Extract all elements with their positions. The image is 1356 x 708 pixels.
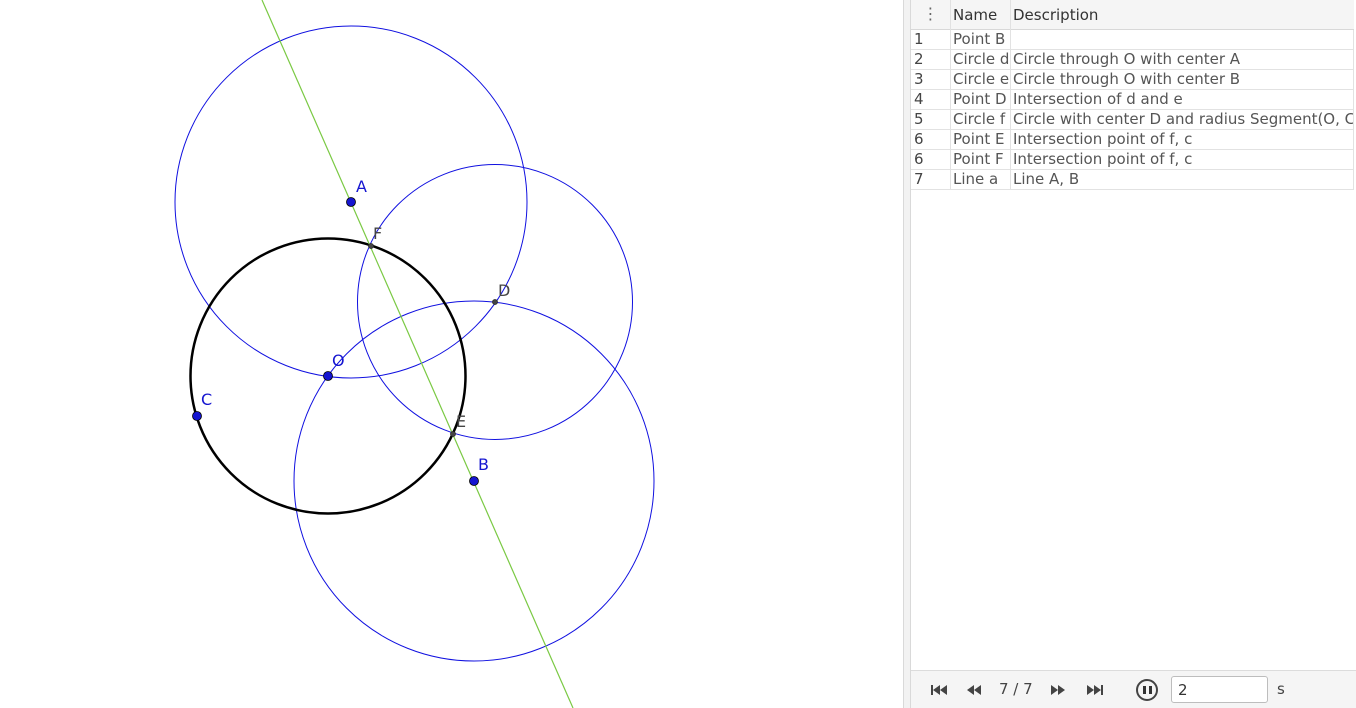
row-name: Point F bbox=[951, 150, 1011, 169]
row-description: Intersection point of f, c bbox=[1011, 130, 1354, 149]
row-name: Point D bbox=[951, 90, 1011, 109]
protocol-header: ⋮ Name Description bbox=[911, 0, 1354, 30]
row-number: 4 bbox=[911, 90, 951, 109]
row-number: 1 bbox=[911, 30, 951, 49]
row-number: 6 bbox=[911, 150, 951, 169]
construction-canvas[interactable]: A F D O C E B bbox=[0, 0, 903, 708]
row-description: Circle with center D and radius Segment(… bbox=[1013, 110, 1354, 129]
row-number: 3 bbox=[911, 70, 951, 89]
step-forward-icon[interactable] bbox=[1048, 682, 1068, 698]
speed-input[interactable] bbox=[1171, 676, 1268, 703]
point-c[interactable] bbox=[192, 411, 202, 421]
row-description: Circle through O with center A bbox=[1011, 50, 1354, 69]
point-a[interactable] bbox=[346, 197, 356, 207]
protocol-rows: 1 Point B 2 Circle d Circle through O wi… bbox=[911, 30, 1354, 190]
table-row[interactable]: 1 Point B bbox=[911, 30, 1354, 50]
panel-divider[interactable] bbox=[903, 0, 911, 708]
construction-protocol-panel: ⋮ Name Description 1 Point B 2 Circle d … bbox=[911, 0, 1356, 708]
table-row[interactable]: 7 Line a Line A, B bbox=[911, 170, 1354, 190]
skip-to-start-icon[interactable] bbox=[929, 682, 949, 698]
graphics-view[interactable]: A F D O C E B bbox=[0, 0, 903, 708]
label-c: C bbox=[201, 390, 212, 409]
point-e[interactable] bbox=[450, 431, 456, 437]
row-name: Circle d bbox=[953, 50, 1011, 69]
row-number: 7 bbox=[911, 170, 951, 189]
row-number: 2 bbox=[911, 50, 951, 69]
vertical-dots-icon[interactable]: ⋮ bbox=[911, 0, 951, 30]
row-name: Point B bbox=[951, 30, 1011, 49]
row-name: Circle e bbox=[953, 70, 1011, 89]
label-a: A bbox=[356, 177, 367, 196]
point-d[interactable] bbox=[492, 299, 498, 305]
label-o: O bbox=[332, 351, 345, 370]
label-b: B bbox=[478, 455, 489, 474]
row-name: Circle f bbox=[951, 110, 1011, 129]
line-a[interactable] bbox=[261, 0, 574, 708]
pause-icon[interactable] bbox=[1136, 679, 1158, 701]
step-back-icon[interactable] bbox=[964, 682, 984, 698]
row-description: Intersection of d and e bbox=[1011, 90, 1354, 109]
point-b[interactable] bbox=[469, 476, 479, 486]
table-row[interactable]: 2 Circle d Circle through O with center … bbox=[911, 50, 1354, 70]
table-row[interactable]: 4 Point D Intersection of d and e bbox=[911, 90, 1354, 110]
navigation-bar: 7 / 7 s bbox=[911, 670, 1356, 708]
label-d: D bbox=[498, 281, 510, 300]
row-name: Line a bbox=[951, 170, 1011, 189]
column-header-description[interactable]: Description bbox=[1011, 0, 1354, 30]
point-f[interactable] bbox=[368, 243, 374, 249]
row-name: Point E bbox=[951, 130, 1011, 149]
speed-unit: s bbox=[1277, 680, 1285, 698]
row-description bbox=[1011, 30, 1354, 49]
label-e: E bbox=[456, 412, 466, 431]
table-row[interactable]: 5 Circle f Circle with center D and radi… bbox=[911, 110, 1354, 130]
label-f: F bbox=[373, 224, 382, 243]
column-header-name[interactable]: Name bbox=[951, 0, 1011, 30]
row-description: Line A, B bbox=[1011, 170, 1354, 189]
step-counter: 7 / 7 bbox=[999, 680, 1033, 698]
row-description: Intersection point of f, c bbox=[1011, 150, 1354, 169]
table-row[interactable]: 6 Point F Intersection point of f, c bbox=[911, 150, 1354, 170]
table-row[interactable]: 6 Point E Intersection point of f, c bbox=[911, 130, 1354, 150]
table-row[interactable]: 3 Circle e Circle through O with center … bbox=[911, 70, 1354, 90]
row-description: Circle through O with center B bbox=[1011, 70, 1354, 89]
point-o[interactable] bbox=[323, 371, 333, 381]
row-number: 6 bbox=[911, 130, 951, 149]
row-number: 5 bbox=[911, 110, 951, 129]
skip-to-end-icon[interactable] bbox=[1085, 682, 1105, 698]
